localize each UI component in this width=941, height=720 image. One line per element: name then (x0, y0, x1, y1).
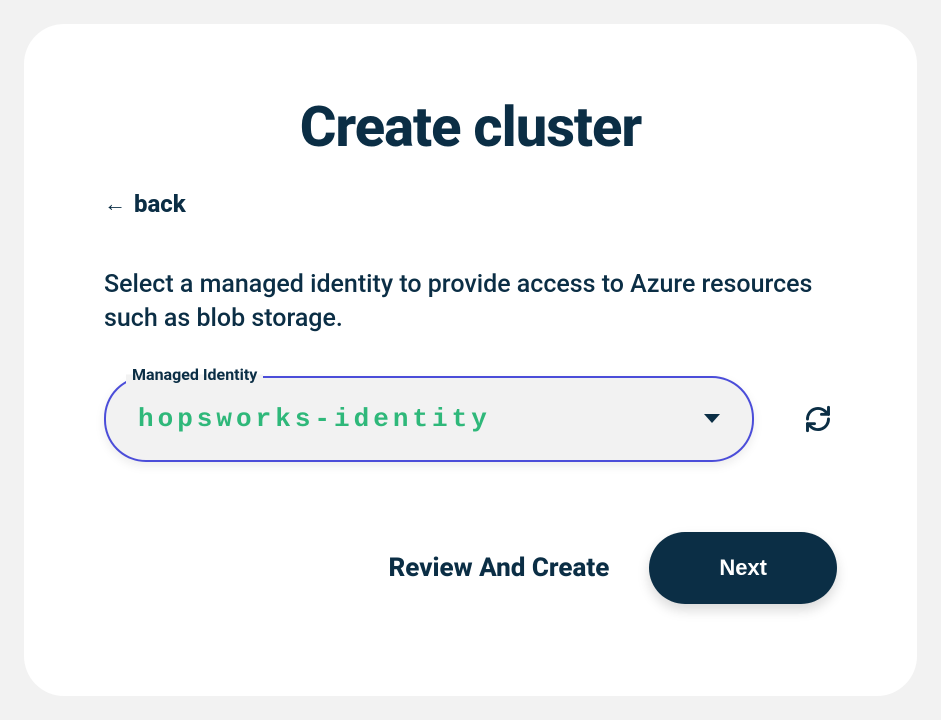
select-value: hopsworks-identity (138, 404, 491, 434)
select-row: Managed Identity hopsworks-identity (104, 376, 837, 462)
arrow-left-icon: ← (104, 191, 126, 217)
select-label: Managed Identity (126, 365, 263, 384)
chevron-down-icon (704, 414, 720, 423)
description-text: Select a managed identity to provide acc… (104, 268, 837, 336)
refresh-button[interactable] (804, 405, 832, 433)
page-title: Create cluster (104, 94, 837, 160)
footer-actions: Review And Create Next (104, 532, 837, 604)
next-button[interactable]: Next (649, 532, 837, 604)
managed-identity-field: Managed Identity hopsworks-identity (104, 376, 754, 462)
back-label: back (134, 190, 186, 218)
main-card: Create cluster ← back Select a managed i… (24, 24, 917, 696)
back-button[interactable]: ← back (104, 190, 186, 218)
refresh-icon (804, 405, 832, 433)
review-and-create-button[interactable]: Review And Create (388, 553, 609, 583)
managed-identity-select[interactable]: hopsworks-identity (104, 376, 754, 462)
